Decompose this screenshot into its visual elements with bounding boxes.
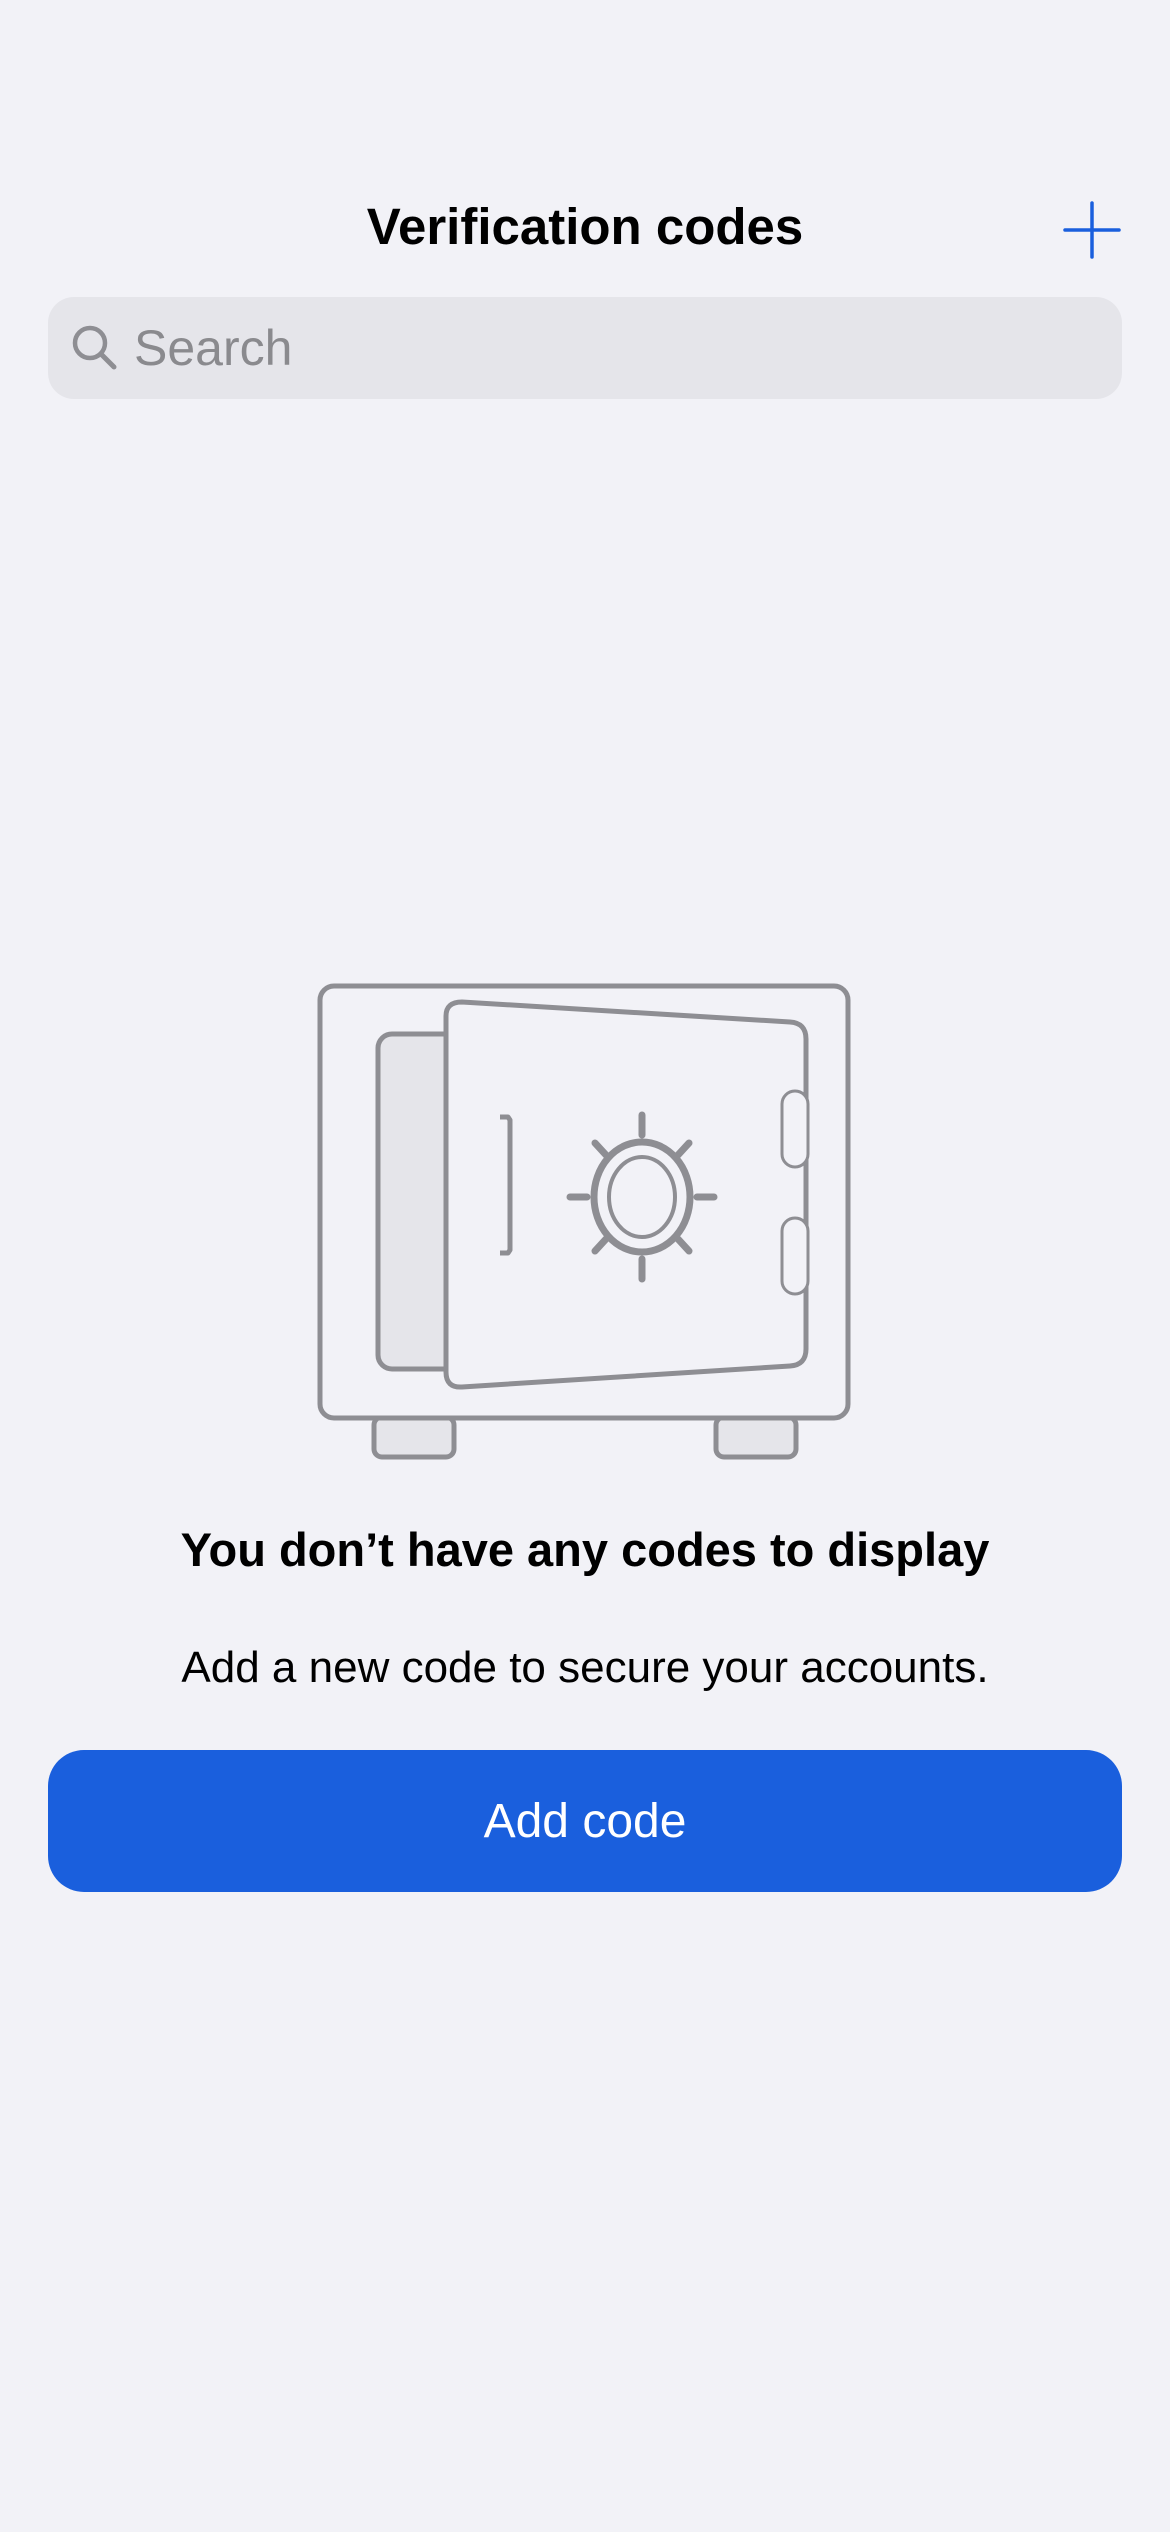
verification-codes-screen: Verification codes Search You don’t have… (0, 0, 1170, 2532)
empty-state-subtitle: Add a new code to secure your accounts. (181, 1643, 989, 1692)
plus-icon (1063, 201, 1121, 259)
safe-icon (317, 983, 851, 1460)
search-icon (72, 325, 117, 370)
add-code-nav-button[interactable] (1058, 196, 1126, 264)
search-bar[interactable] (48, 297, 1122, 399)
add-code-button[interactable]: Add code (48, 1750, 1122, 1892)
page-title: Verification codes (366, 198, 804, 255)
search-input[interactable] (134, 297, 1094, 399)
empty-state-title: You don’t have any codes to display (180, 1523, 990, 1576)
